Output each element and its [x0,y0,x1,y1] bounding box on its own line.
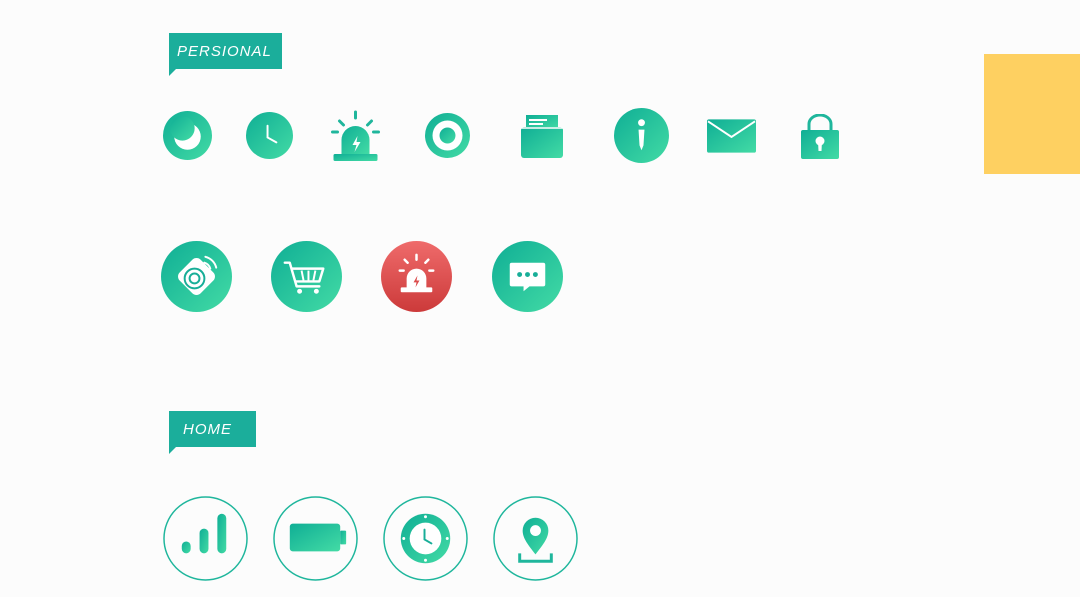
section-tag-personal: PERSIONAL [169,33,282,76]
siren-icon [331,110,380,162]
shopping-cart-icon [271,241,342,312]
clock-icon [246,112,293,159]
moon-icon [163,111,212,160]
color-swatch [984,54,1080,174]
battery-icon [273,496,358,581]
timer-icon [383,496,468,581]
location-pin-icon [493,496,578,581]
info-icon [614,108,669,163]
radio-target-icon [425,113,470,158]
signal-bars-icon [163,496,248,581]
chat-bubble-icon [492,241,563,312]
section-title-home: HOME [183,420,232,438]
vibration-device-icon [161,241,232,312]
mail-icon [707,119,756,153]
section-tag-home: HOME [169,411,256,454]
padlock-icon [801,114,839,159]
inbox-tray-icon [520,113,564,158]
alarm-siren-icon [381,241,452,312]
section-title-personal: PERSIONAL [177,42,272,60]
